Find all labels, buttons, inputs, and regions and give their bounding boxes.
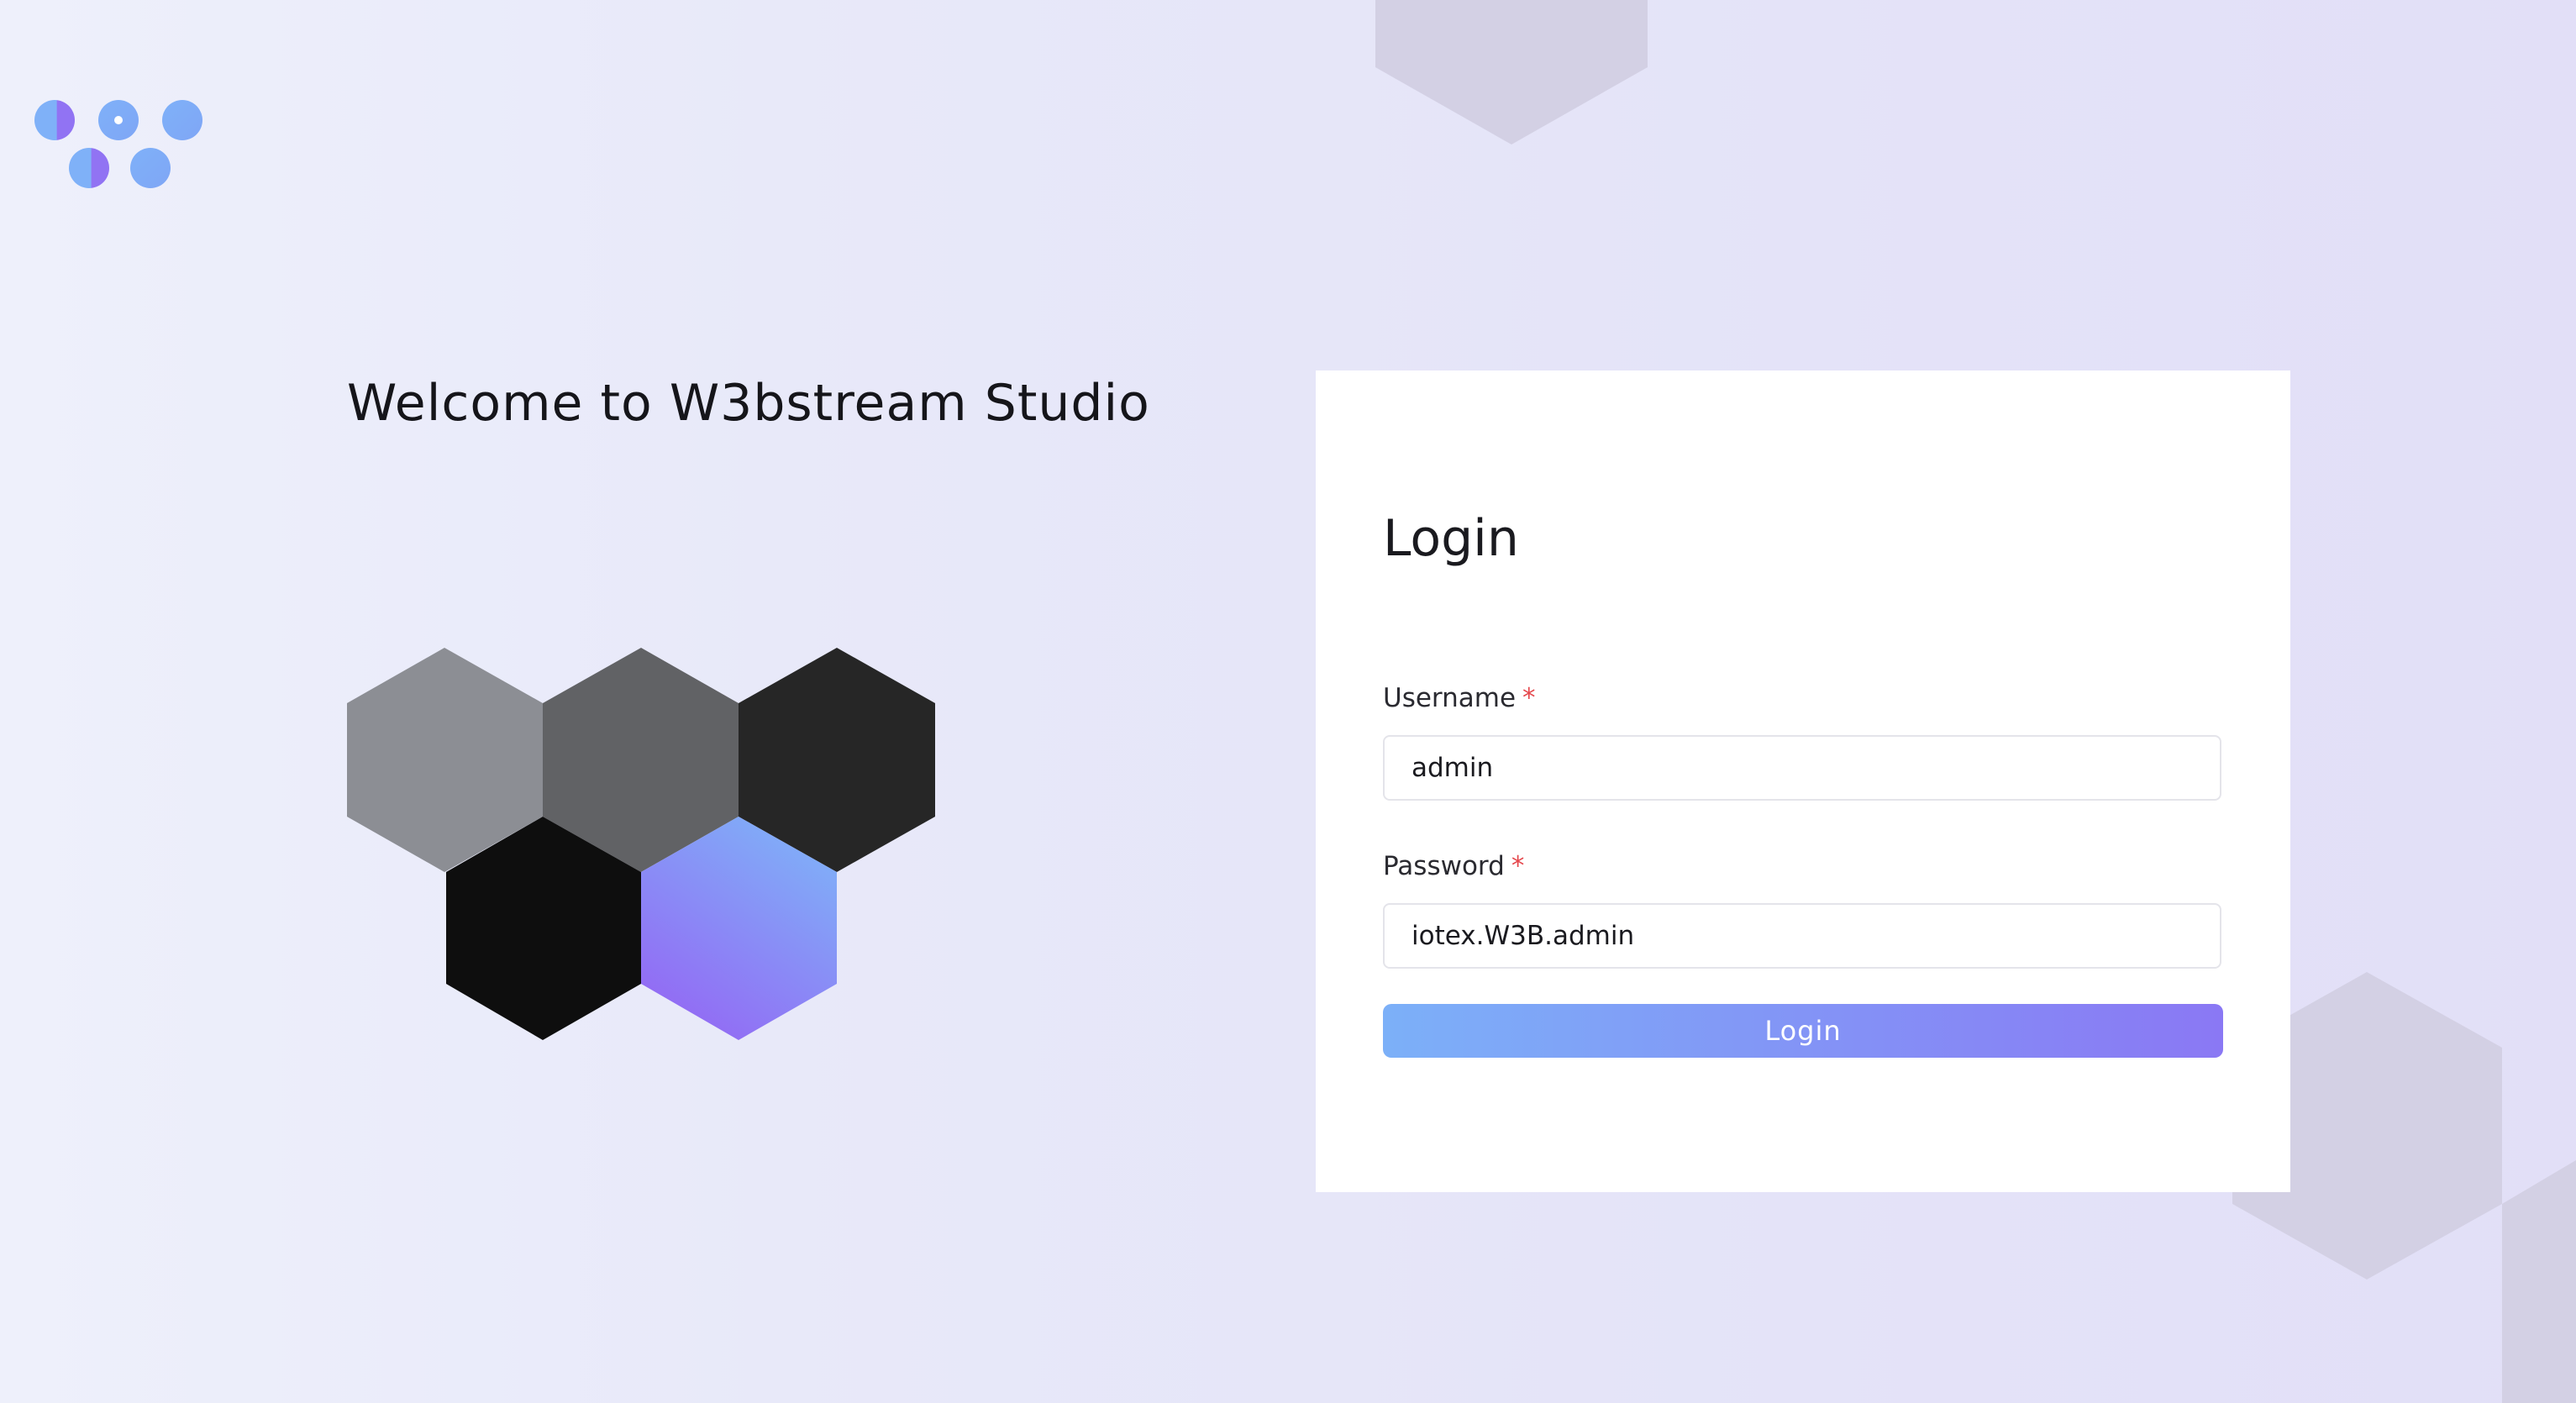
login-heading: Login [1383,509,1519,568]
login-card: Login Username* Password* Login [1316,370,2290,1192]
background-hexagon-top [1375,0,1648,145]
hexagon-cluster-illustration-icon [347,648,935,1040]
username-label: Username * [1383,683,1536,713]
username-input[interactable] [1383,735,2221,801]
logo-dot [130,148,171,188]
w3bstream-logo-icon [34,100,202,188]
logo-dot [69,148,109,188]
required-marker: * [1522,683,1536,713]
logo-dot [34,100,75,140]
username-label-text: Username [1383,683,1517,713]
login-button[interactable]: Login [1383,1004,2223,1058]
password-label-text: Password [1383,851,1505,881]
required-marker: * [1511,851,1525,881]
password-input[interactable] [1383,903,2221,969]
welcome-title: Welcome to W3bstream Studio [347,374,1150,433]
logo-dot-center [114,116,123,124]
logo-dot [162,100,202,140]
password-label: Password * [1383,851,1524,881]
